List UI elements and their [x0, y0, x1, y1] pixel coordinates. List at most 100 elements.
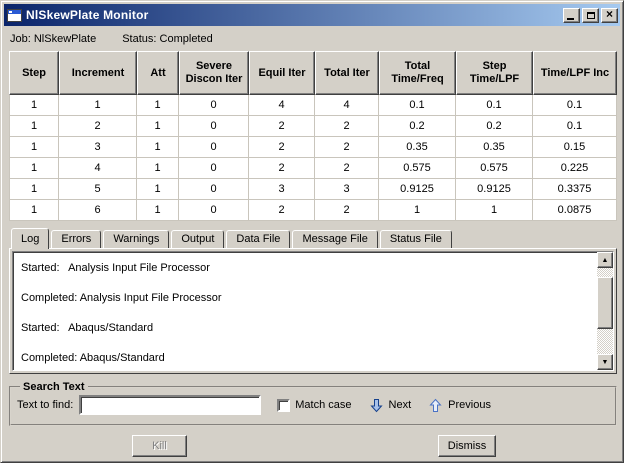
log-line: Started: Abaqus/Standard — [21, 322, 154, 334]
tab-warnings[interactable]: Warnings — [103, 230, 170, 248]
table-cell: 1 — [456, 200, 533, 221]
monitor-window: NlSkewPlate Monitor × Job: NlSkewPlate St… — [0, 0, 624, 463]
log-view: Started: Analysis Input File Processor Co… — [12, 251, 614, 371]
match-case-label: Match case — [295, 399, 352, 411]
column-header-step-time-lpf: Step Time/LPF — [456, 51, 533, 95]
table-cell: 4 — [249, 95, 315, 116]
scroll-up-button[interactable]: ▲ — [597, 252, 613, 268]
table-row: 1 4 1 0 2 2 0.575 0.575 0.225 — [9, 158, 617, 179]
table-body: 1 1 1 0 4 4 0.1 0.1 0.1 1 2 1 0 2 2 0.2 0.2 0.1 1 3 1 0 2 2 0.35… — [9, 95, 617, 221]
table-cell: 0.3375 — [533, 179, 617, 200]
app-window-icon[interactable] — [7, 8, 22, 22]
next-button[interactable]: Next — [369, 398, 412, 413]
table-cell: 0 — [179, 179, 249, 200]
maximize-button[interactable] — [582, 7, 599, 23]
window-title: NlSkewPlate Monitor — [26, 8, 149, 22]
table-cell: 6 — [59, 200, 137, 221]
scrollbar-thumb[interactable] — [597, 277, 613, 329]
table-row: 1 6 1 0 2 2 1 1 0.0875 — [9, 200, 617, 221]
table-cell: 2 — [59, 116, 137, 137]
table-cell: 2 — [249, 116, 315, 137]
table-cell: 0.1 — [379, 95, 456, 116]
table-cell: 0 — [179, 200, 249, 221]
tab-data-file[interactable]: Data File — [226, 230, 291, 248]
table-cell: 1 — [9, 200, 59, 221]
match-case-checkbox[interactable] — [277, 398, 291, 412]
tab-errors[interactable]: Errors — [51, 230, 102, 248]
tab-content-panel: Started: Analysis Input File Processor Co… — [9, 248, 617, 374]
table-cell: 0.2 — [456, 116, 533, 137]
tab-bar: Log Errors Warnings Output Data File Message … — [9, 227, 620, 249]
table-cell: 2 — [315, 158, 379, 179]
table-cell: 0 — [179, 116, 249, 137]
job-value: NlSkewPlate — [33, 33, 97, 45]
table-cell: 3 — [59, 137, 137, 158]
search-row: Text to find: Match case Next Previous — [17, 391, 609, 419]
table-cell: 1 — [137, 179, 179, 200]
table-cell: 0.9125 — [379, 179, 456, 200]
column-header-equil-iter: Equil Iter — [249, 51, 315, 95]
table-cell: 2 — [315, 137, 379, 158]
table-cell: 2 — [249, 200, 315, 221]
kill-button[interactable]: Kill — [132, 435, 187, 457]
table-cell: 1 — [137, 116, 179, 137]
next-label: Next — [388, 399, 412, 411]
table-cell: 1 — [9, 137, 59, 158]
table-cell: 0.9125 — [456, 179, 533, 200]
down-arrow-icon — [369, 398, 383, 412]
table-cell: 0.0875 — [533, 200, 617, 221]
column-header-att: Att — [137, 51, 179, 95]
scroll-down-icon: ▼ — [601, 358, 609, 366]
table-cell: 4 — [315, 95, 379, 116]
table-cell: 0.35 — [379, 137, 456, 158]
tab-log[interactable]: Log — [11, 228, 50, 249]
table-row: 1 2 1 0 2 2 0.2 0.2 0.1 — [9, 116, 617, 137]
scroll-down-button[interactable]: ▼ — [597, 354, 613, 370]
table-cell: 2 — [315, 200, 379, 221]
up-arrow-icon — [429, 398, 442, 412]
table-cell: 5 — [59, 179, 137, 200]
title-bar[interactable]: NlSkewPlate Monitor × — [4, 4, 620, 26]
scroll-up-icon: ▲ — [601, 256, 609, 264]
table-cell: 2 — [249, 158, 315, 179]
table-cell: 0 — [179, 137, 249, 158]
table-cell: 1 — [9, 158, 59, 179]
table-cell: 1 — [137, 95, 179, 116]
action-button-row: Kill Dismiss — [4, 426, 620, 462]
log-line: Completed: Abaqus/Standard — [21, 352, 165, 364]
window-controls: × — [563, 7, 618, 23]
table-header-row: Step Increment Att Severe Discon Iter Equil … — [9, 51, 617, 95]
table-cell: 1 — [137, 200, 179, 221]
status-label: Status: — [122, 33, 157, 45]
table-cell: 1 — [59, 95, 137, 116]
dismiss-button[interactable]: Dismiss — [438, 435, 496, 457]
column-header-total-time-freq: Total Time/Freq — [379, 51, 456, 95]
table-row: 1 1 1 0 4 4 0.1 0.1 0.1 — [9, 95, 617, 116]
table-cell: 0 — [179, 158, 249, 179]
column-header-step: Step — [9, 51, 59, 95]
close-button[interactable]: × — [601, 7, 618, 23]
log-text: Started: Analysis Input File Processor Co… — [13, 252, 597, 370]
table-cell: 4 — [59, 158, 137, 179]
table-cell: 0.35 — [456, 137, 533, 158]
table-cell: 0.225 — [533, 158, 617, 179]
column-header-time-lpf-inc: Time/LPF Inc — [533, 51, 617, 95]
search-text-group: Search Text Text to find: Match case Nex… — [9, 381, 617, 426]
table-cell: 2 — [315, 116, 379, 137]
scrollbar-track[interactable] — [597, 268, 613, 354]
log-line: Started: Analysis Input File Processor — [21, 262, 210, 274]
tab-output[interactable]: Output — [171, 230, 225, 248]
job-label: Job: — [10, 33, 31, 45]
minimize-button[interactable] — [563, 7, 580, 23]
text-to-find-label: Text to find: — [17, 399, 74, 411]
table-row: 1 5 1 0 3 3 0.9125 0.9125 0.3375 — [9, 179, 617, 200]
table-cell: 0.575 — [379, 158, 456, 179]
vertical-scrollbar[interactable]: ▲ ▼ — [597, 252, 613, 370]
search-input[interactable] — [79, 395, 262, 415]
search-group-title: Search Text — [23, 381, 85, 393]
table-cell: 3 — [249, 179, 315, 200]
tab-status-file[interactable]: Status File — [379, 230, 452, 248]
tab-message-file[interactable]: Message File — [292, 230, 378, 248]
column-header-total-iter: Total Iter — [315, 51, 379, 95]
previous-button[interactable]: Previous — [429, 398, 491, 413]
